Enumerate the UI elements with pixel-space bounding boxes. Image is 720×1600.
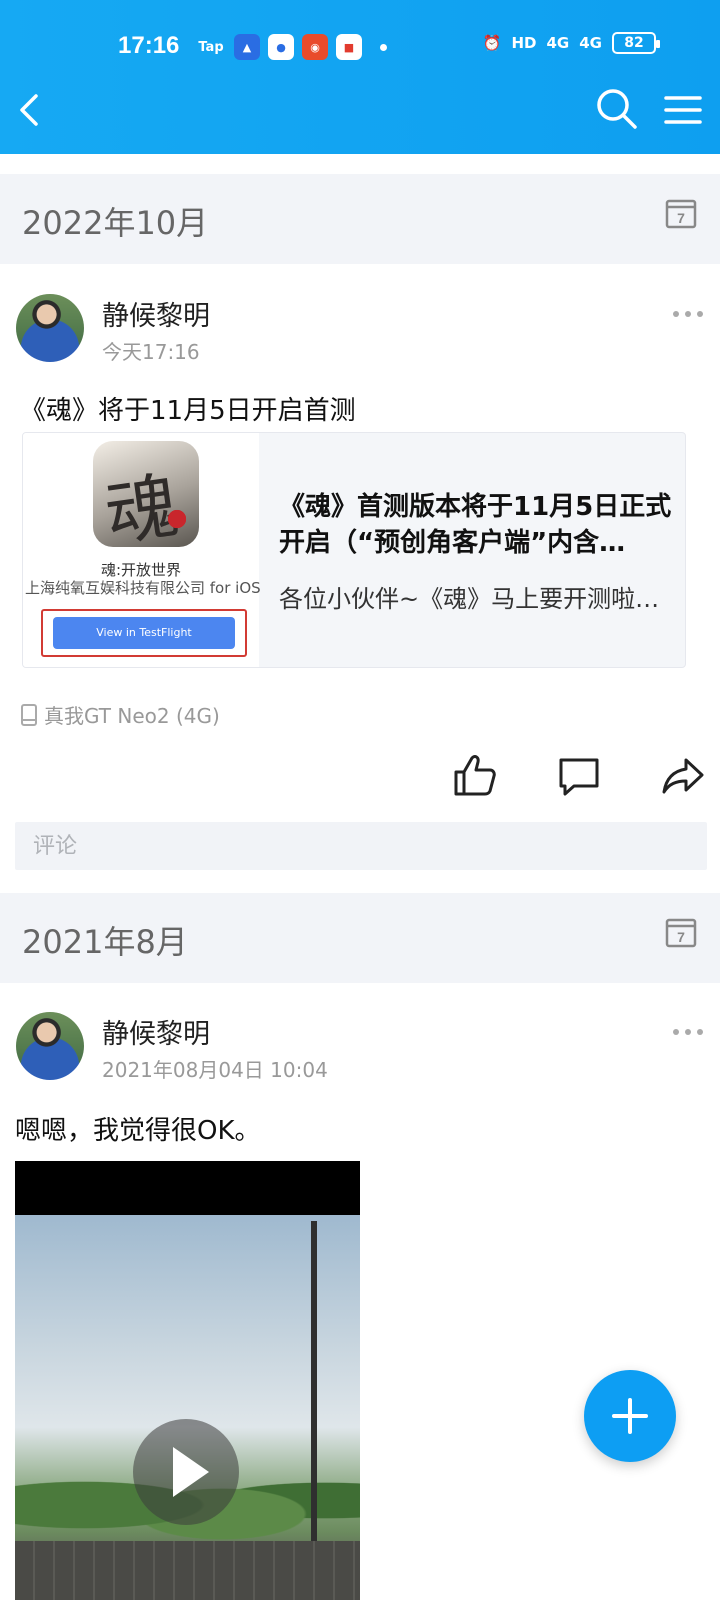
- status-notification-icons: Tap ▲ ● ◉ ■: [196, 34, 387, 60]
- more-options-button[interactable]: [668, 304, 708, 324]
- section-date: 2022年10月: [22, 204, 209, 242]
- link-description: 各位小伙伴~《魂》马上要开测啦…: [279, 585, 660, 613]
- post-time: 2021年08月04日 10:04: [102, 1058, 328, 1082]
- link-card[interactable]: 魂 魂:开放世界 上海纯氧互娱科技有限公司 for iOS View in Te…: [22, 432, 686, 668]
- alarm-icon: ⏰: [482, 34, 502, 52]
- avatar[interactable]: [16, 294, 84, 362]
- svg-text:7: 7: [677, 210, 685, 226]
- plus-icon: [612, 1398, 648, 1434]
- device-name: 真我GT Neo2 (4G): [44, 704, 220, 728]
- post-header: 静候黎明 2021年08月04日 10:04: [0, 1012, 720, 1092]
- svg-text:7: 7: [677, 929, 685, 945]
- game-app-icon: 魂: [93, 441, 199, 547]
- share-button[interactable]: [660, 754, 706, 798]
- link-thumbnail: 魂 魂:开放世界 上海纯氧互娱科技有限公司 for iOS View in Te…: [23, 433, 261, 667]
- hd-icon: HD: [511, 34, 537, 52]
- back-button[interactable]: [10, 88, 54, 132]
- post-text: 《魂》将于11月5日开启首测: [20, 396, 356, 426]
- like-button[interactable]: [452, 752, 498, 798]
- testflight-button-image: View in TestFlight: [53, 617, 235, 649]
- date-section-header: 2022年10月 7: [0, 174, 720, 264]
- app-header: 17:16 Tap ▲ ● ◉ ■ ⏰ HD 4G 4G 82: [0, 0, 720, 154]
- status-bar: 17:16 Tap ▲ ● ◉ ■ ⏰ HD 4G 4G 82: [0, 26, 720, 70]
- play-icon[interactable]: [133, 1419, 239, 1525]
- comment-input[interactable]: [15, 822, 707, 870]
- post-text: 嗯嗯，我觉得很OK。: [15, 1116, 261, 1146]
- comment-button[interactable]: [556, 754, 602, 798]
- post-actions: [0, 748, 720, 808]
- android-icon: ▲: [234, 34, 260, 60]
- nav-bar: [0, 80, 720, 140]
- add-post-button[interactable]: [584, 1370, 676, 1462]
- more-options-button[interactable]: [668, 1022, 708, 1042]
- video-player[interactable]: [15, 1161, 360, 1600]
- status-time: 17:16: [118, 32, 180, 59]
- calendar-button[interactable]: 7: [664, 196, 698, 230]
- more-notifications-dot: [380, 43, 387, 51]
- search-button[interactable]: [594, 86, 640, 132]
- author-name[interactable]: 静候黎明: [102, 1012, 210, 1051]
- phone-icon: [21, 703, 37, 726]
- thumb-developer: 上海纯氧互娱科技有限公司 for iOS: [25, 579, 261, 597]
- avatar[interactable]: [16, 1012, 84, 1080]
- author-name[interactable]: 静候黎明: [102, 294, 210, 333]
- section-date: 2021年8月: [22, 923, 188, 961]
- post-time: 今天17:16: [102, 340, 200, 364]
- app-notification-icon: ◉: [302, 34, 328, 60]
- calendar-button[interactable]: 7: [664, 915, 698, 949]
- signal-4g-icon: 4G: [546, 34, 570, 52]
- battery-icon: 82: [612, 32, 660, 54]
- status-system-icons: ⏰ HD 4G 4G 82: [482, 32, 660, 54]
- date-section-header: 2021年8月 7: [0, 893, 720, 983]
- shopping-app-icon: ■: [336, 34, 362, 60]
- signal-4g-2-icon: 4G: [579, 34, 602, 52]
- menu-button[interactable]: [660, 88, 706, 132]
- baidu-icon: ●: [268, 34, 294, 60]
- device-info: 真我GT Neo2 (4G): [20, 700, 220, 729]
- link-title: 《魂》首测版本将于11月5日正式开启（“预创角客户端”内含…: [279, 492, 672, 558]
- taptap-icon: Tap: [198, 39, 224, 55]
- post-header: 静候黎明 今天17:16: [0, 294, 720, 374]
